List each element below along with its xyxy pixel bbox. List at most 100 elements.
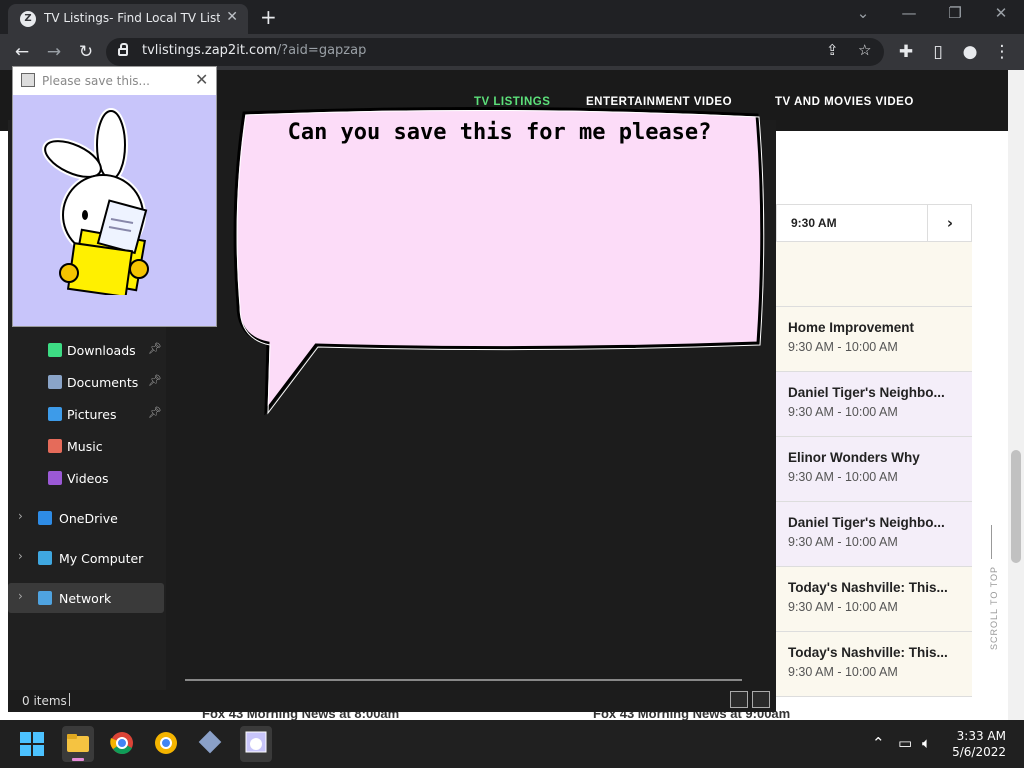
speech-bubble-text: Can you save this for me please? bbox=[287, 120, 712, 145]
listing-cell[interactable]: Elinor Wonders Why 9:30 AM - 10:00 AM bbox=[776, 437, 972, 502]
new-tab-button[interactable]: + bbox=[260, 5, 277, 29]
expand-chevron-icon[interactable]: › bbox=[18, 549, 23, 563]
profile-icon[interactable]: ● bbox=[958, 40, 982, 64]
listing-title: Today's Nashville: This... bbox=[788, 580, 948, 595]
scroll-to-top-arrow-icon bbox=[991, 525, 992, 559]
nav-item-music[interactable]: Music bbox=[8, 431, 164, 461]
tab-close-icon[interactable]: ✕ bbox=[226, 9, 238, 25]
listing-cell[interactable]: Daniel Tiger's Neighbo... 9:30 AM - 10:00… bbox=[776, 502, 972, 567]
listing-time: 9:30 AM - 10:00 AM bbox=[788, 600, 898, 614]
speech-bubble-shape bbox=[233, 106, 764, 415]
reload-button[interactable]: ↻ bbox=[74, 40, 98, 64]
nav-item-label: Videos bbox=[67, 471, 109, 486]
taskbar: ⌃ ▭ 🔈︎ 3:33 AM 5/6/2022 bbox=[0, 720, 1024, 768]
tree-item-onedrive[interactable]: › OneDrive bbox=[8, 503, 164, 533]
volume-icon[interactable]: 🔈︎ bbox=[922, 734, 931, 752]
bookmark-star-icon[interactable]: ☆ bbox=[858, 41, 871, 59]
app-taskbar-icon[interactable] bbox=[196, 730, 224, 758]
downloads-icon bbox=[48, 343, 62, 357]
expand-chevron-icon[interactable]: › bbox=[18, 589, 23, 603]
speech-bubble bbox=[233, 106, 765, 415]
popup-window[interactable]: Please save this... ✕ bbox=[12, 66, 217, 327]
menu-icon[interactable]: ⋮ bbox=[990, 40, 1014, 64]
file-explorer-taskbar-icon[interactable] bbox=[62, 726, 94, 762]
popup-app-icon bbox=[21, 73, 35, 87]
popup-title: Please save this... bbox=[42, 74, 150, 88]
listing-time: 9:30 AM - 10:00 AM bbox=[788, 470, 898, 484]
clock-time: 3:33 AM bbox=[956, 729, 1006, 743]
nav-item-label: Documents bbox=[67, 375, 139, 390]
clock-date: 5/6/2022 bbox=[952, 745, 1006, 759]
listing-cell[interactable]: Daniel Tiger's Neighbo... 9:30 AM - 10:00… bbox=[776, 372, 972, 437]
pin-icon[interactable]: 📌︎ bbox=[148, 406, 162, 419]
popup-close-icon[interactable]: ✕ bbox=[195, 70, 208, 89]
tab-title: TV Listings- Find Local TV Listings bbox=[44, 11, 220, 25]
documents-icon bbox=[48, 375, 62, 389]
listing-time: 9:30 AM - 10:00 AM bbox=[788, 340, 898, 354]
url-text: tvlistings.zap2it.com/?aid=gapzap bbox=[142, 43, 367, 58]
start-button-icon[interactable] bbox=[18, 730, 46, 758]
time-slot-label: 9:30 AM bbox=[791, 216, 837, 230]
listing-title: Daniel Tiger's Neighbo... bbox=[788, 515, 945, 530]
pin-icon[interactable]: 📌︎ bbox=[148, 374, 162, 387]
scrollbar-thumb[interactable] bbox=[1011, 450, 1021, 563]
tree-item-label: My Computer bbox=[59, 551, 144, 566]
nav-item-videos[interactable]: Videos bbox=[8, 463, 164, 493]
page-scrollbar[interactable] bbox=[1008, 70, 1024, 720]
show-hidden-icons[interactable]: ⌃ bbox=[872, 734, 885, 752]
listing-cell[interactable]: Today's Nashville: This... 9:30 AM - 10:0… bbox=[776, 567, 972, 632]
bunny-holding-folder-icon bbox=[42, 108, 149, 295]
expand-chevron-icon[interactable]: › bbox=[18, 509, 23, 523]
close-window-button[interactable]: ✕ bbox=[978, 4, 1024, 22]
popup-title-bar[interactable]: Please save this... ✕ bbox=[13, 67, 216, 95]
nav-item-label: Music bbox=[67, 439, 103, 454]
listing-title: Home Improvement bbox=[788, 320, 915, 335]
listing-time: 9:30 AM - 10:00 AM bbox=[788, 665, 898, 679]
site-favicon-icon: Z bbox=[20, 11, 36, 27]
tree-item-my-computer[interactable]: › My Computer bbox=[8, 543, 164, 573]
pin-icon[interactable]: 📌︎ bbox=[148, 342, 162, 355]
listing-title: Daniel Tiger's Neighbo... bbox=[788, 385, 945, 400]
scroll-to-top[interactable]: SCROLL TO TOP bbox=[982, 525, 1002, 655]
videos-icon bbox=[48, 471, 62, 485]
my-computer-icon bbox=[38, 551, 52, 565]
extensions-icon[interactable]: ✚ bbox=[894, 40, 918, 64]
browser-tab-strip: Z TV Listings- Find Local TV Listings ✕ … bbox=[0, 0, 1024, 34]
address-bar[interactable]: tvlistings.zap2it.com/?aid=gapzap ⇪ ☆ bbox=[106, 38, 884, 66]
nav-item-pictures[interactable]: Pictures 📌︎ bbox=[8, 399, 164, 429]
horizontal-scrollbar[interactable] bbox=[185, 679, 742, 681]
back-button[interactable]: ← bbox=[10, 40, 34, 64]
side-panel-icon[interactable]: ▯ bbox=[926, 40, 950, 64]
network-icon[interactable]: ▭ bbox=[898, 734, 912, 752]
forward-button[interactable]: → bbox=[42, 40, 66, 64]
pictures-icon bbox=[48, 407, 62, 421]
nav-item-downloads[interactable]: Downloads 📌︎ bbox=[8, 335, 164, 365]
chrome-taskbar-icon[interactable] bbox=[108, 730, 136, 758]
next-time-arrow-icon[interactable]: › bbox=[927, 205, 972, 241]
music-icon bbox=[48, 439, 62, 453]
share-icon[interactable]: ⇪ bbox=[826, 41, 839, 59]
listing-cell[interactable]: Today's Nashville: This... 9:30 AM - 10:0… bbox=[776, 632, 972, 697]
tree-item-network[interactable]: › Network bbox=[8, 583, 164, 613]
restore-button[interactable]: ❐ bbox=[932, 4, 978, 22]
status-divider bbox=[69, 693, 70, 706]
listing-cell[interactable]: Home Improvement 9:30 AM - 10:00 AM bbox=[776, 307, 972, 372]
minimize-button[interactable]: — bbox=[886, 4, 932, 22]
explorer-status-bar: 0 items bbox=[8, 690, 776, 712]
tab-search-icon[interactable]: ⌄ bbox=[840, 4, 886, 22]
lock-icon[interactable] bbox=[118, 43, 128, 56]
time-header: 9:30 AM › bbox=[776, 204, 972, 242]
browser-alt-taskbar-icon[interactable] bbox=[152, 730, 180, 758]
listing-time: 9:30 AM - 10:00 AM bbox=[788, 405, 898, 419]
browser-tab[interactable]: Z TV Listings- Find Local TV Listings ✕ bbox=[8, 4, 248, 34]
nav-item-label: Downloads bbox=[67, 343, 136, 358]
onedrive-icon bbox=[38, 511, 52, 525]
scroll-to-top-label: SCROLL TO TOP bbox=[989, 565, 1000, 651]
network-icon bbox=[38, 591, 52, 605]
nav-item-documents[interactable]: Documents 📌︎ bbox=[8, 367, 164, 397]
nav-tv-movies-video[interactable]: TV AND MOVIES VIDEO bbox=[775, 96, 914, 108]
taskbar-clock[interactable]: 3:33 AM 5/6/2022 bbox=[950, 728, 1006, 760]
tiles-view-icon[interactable] bbox=[752, 691, 770, 708]
bunny-app-taskbar-icon[interactable] bbox=[240, 726, 272, 762]
details-view-icon[interactable] bbox=[730, 691, 748, 708]
